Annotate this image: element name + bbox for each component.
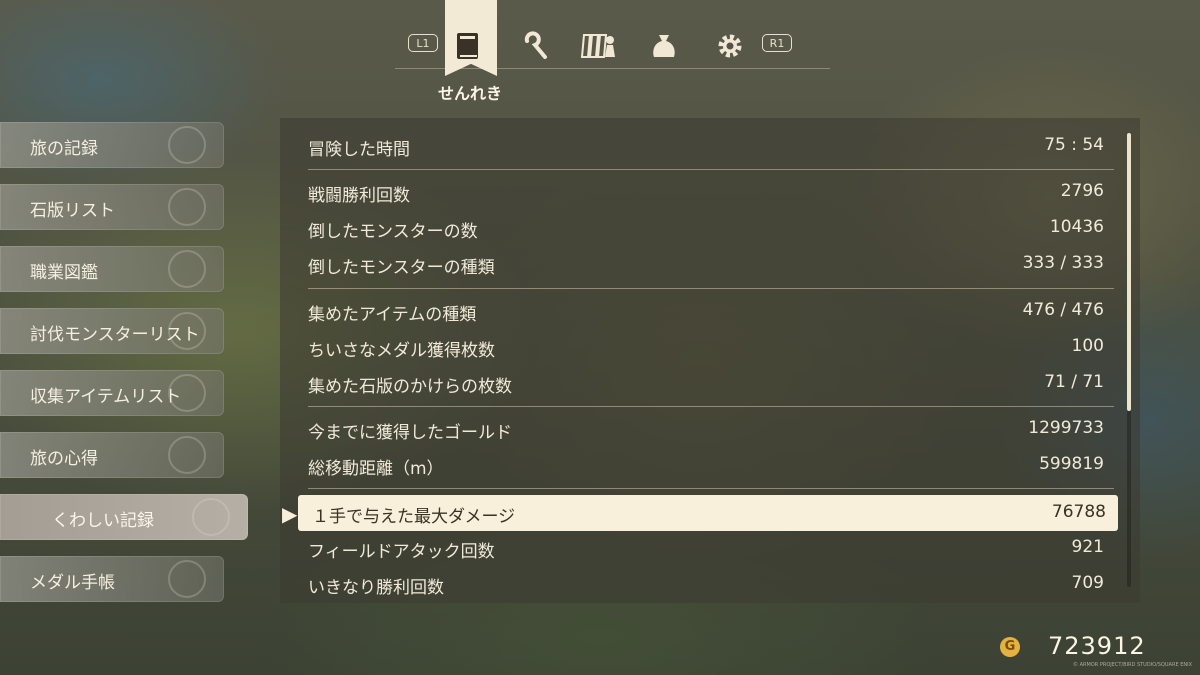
record-row[interactable]: 倒したモンスターの種類 333 / 333 bbox=[308, 246, 1114, 282]
record-row[interactable]: 集めた石版のかけらの枚数 71 / 71 bbox=[308, 365, 1114, 401]
r1-button[interactable]: R1 bbox=[762, 34, 792, 52]
record-row[interactable]: ちいさなメダル獲得枚数 100 bbox=[308, 329, 1114, 365]
record-row-selected[interactable]: １手で与えた最大ダメージ 76788 bbox=[298, 495, 1118, 531]
record-value: 71 / 71 bbox=[1044, 372, 1104, 392]
sidebar-item-item-list[interactable]: 収集アイテムリスト bbox=[0, 370, 224, 416]
record-row[interactable]: 戦闘勝利回数 2796 bbox=[308, 174, 1114, 210]
section-divider bbox=[308, 288, 1114, 289]
book-icon bbox=[168, 126, 206, 164]
sidebar-item-tablet-list[interactable]: 石版リスト bbox=[0, 184, 224, 230]
tablet-icon bbox=[168, 188, 206, 226]
record-value: 709 bbox=[1071, 573, 1104, 593]
medal-icon bbox=[168, 560, 206, 598]
record-row[interactable]: 今までに獲得したゴールド 1299733 bbox=[308, 411, 1114, 447]
section-divider bbox=[308, 169, 1114, 170]
record-label: １手で与えた最大ダメージ bbox=[312, 507, 516, 527]
sidebar-item-tips[interactable]: 旅の心得 bbox=[0, 432, 224, 478]
gear-icon[interactable] bbox=[712, 28, 748, 64]
record-label: 冒険した時間 bbox=[308, 140, 410, 160]
record-label: いきなり勝利回数 bbox=[308, 578, 444, 598]
sidebar-item-label: 旅の心得 bbox=[30, 449, 98, 469]
sidebar-item-monster-list[interactable]: 討伐モンスターリスト bbox=[0, 308, 224, 354]
record-value: 333 / 333 bbox=[1022, 253, 1104, 273]
record-label: 集めたアイテムの種類 bbox=[308, 305, 477, 325]
gold-amount: 723912 bbox=[1048, 632, 1146, 660]
sidebar-item-label: 職業図鑑 bbox=[30, 263, 98, 283]
tools-icon bbox=[168, 250, 206, 288]
quill-icon bbox=[192, 498, 230, 536]
section-divider bbox=[308, 406, 1114, 407]
sidebar-item-medal-book[interactable]: メダル手帳 bbox=[0, 556, 224, 602]
record-label: 総移動距離（m） bbox=[308, 459, 444, 479]
records-panel: 冒険した時間 75 : 54 戦闘勝利回数 2796 倒したモンスターの数 10… bbox=[280, 118, 1140, 603]
l1-button[interactable]: L1 bbox=[408, 34, 438, 52]
scrollbar-thumb[interactable] bbox=[1127, 133, 1131, 411]
sidebar-item-detailed-records[interactable]: くわしい記録 bbox=[0, 494, 248, 540]
record-label: ちいさなメダル獲得枚数 bbox=[308, 341, 495, 361]
record-row[interactable]: 集めたアイテムの種類 476 / 476 bbox=[308, 293, 1114, 329]
scroll-icon bbox=[168, 436, 206, 474]
sidebar-item-label: 収集アイテムリスト bbox=[30, 387, 182, 407]
record-label: フィールドアタック回数 bbox=[308, 542, 495, 562]
record-row[interactable]: いきなり勝利回数 709 bbox=[308, 566, 1114, 602]
sidebar-item-label: メダル手帳 bbox=[30, 573, 115, 593]
monster-icon bbox=[168, 312, 206, 350]
record-value: 1299733 bbox=[1028, 418, 1104, 438]
book-icon[interactable] bbox=[450, 28, 486, 64]
record-label: 倒したモンスターの種類 bbox=[308, 258, 495, 278]
staff-icon[interactable] bbox=[516, 28, 552, 64]
section-divider bbox=[308, 488, 1114, 489]
record-row[interactable]: 倒したモンスターの数 10436 bbox=[308, 210, 1114, 246]
record-value: 100 bbox=[1071, 336, 1104, 356]
record-label: 倒したモンスターの数 bbox=[308, 222, 478, 242]
sidebar-item-label: 石版リスト bbox=[30, 201, 115, 221]
record-row[interactable]: 総移動距離（m） 599819 bbox=[308, 447, 1114, 483]
record-label: 今までに獲得したゴールド bbox=[308, 423, 512, 443]
sidebar-item-travel-log[interactable]: 旅の記録 bbox=[0, 122, 224, 168]
record-value: 75 : 54 bbox=[1044, 135, 1104, 155]
sidebar-item-label: くわしい記録 bbox=[52, 511, 154, 531]
top-navigation: L1 R1 bbox=[400, 24, 800, 68]
record-label: 戦闘勝利回数 bbox=[308, 186, 410, 206]
gold-coin-icon: G bbox=[1000, 637, 1020, 657]
record-row[interactable]: フィールドアタック回数 921 bbox=[308, 530, 1114, 566]
record-value: 76788 bbox=[1051, 502, 1106, 522]
sidebar-item-vocation-guide[interactable]: 職業図鑑 bbox=[0, 246, 224, 292]
party-icon[interactable] bbox=[580, 28, 616, 64]
sidebar-item-label: 旅の記録 bbox=[30, 139, 98, 159]
record-value: 2796 bbox=[1060, 181, 1104, 201]
bag-icon bbox=[168, 374, 206, 412]
bag-icon[interactable] bbox=[646, 28, 682, 64]
record-value: 921 bbox=[1071, 537, 1104, 557]
copyright-text: © ARMOR PROJECT/BIRD STUDIO/SQUARE ENIX bbox=[1073, 662, 1192, 668]
selection-cursor-icon: ▶ bbox=[282, 502, 298, 526]
record-label: 集めた石版のかけらの枚数 bbox=[308, 377, 512, 397]
record-value: 476 / 476 bbox=[1022, 300, 1104, 320]
record-row[interactable]: 冒険した時間 75 : 54 bbox=[308, 128, 1114, 164]
record-value: 10436 bbox=[1049, 217, 1104, 237]
record-value: 599819 bbox=[1039, 454, 1104, 474]
active-tab-label: せんれき bbox=[437, 84, 502, 103]
